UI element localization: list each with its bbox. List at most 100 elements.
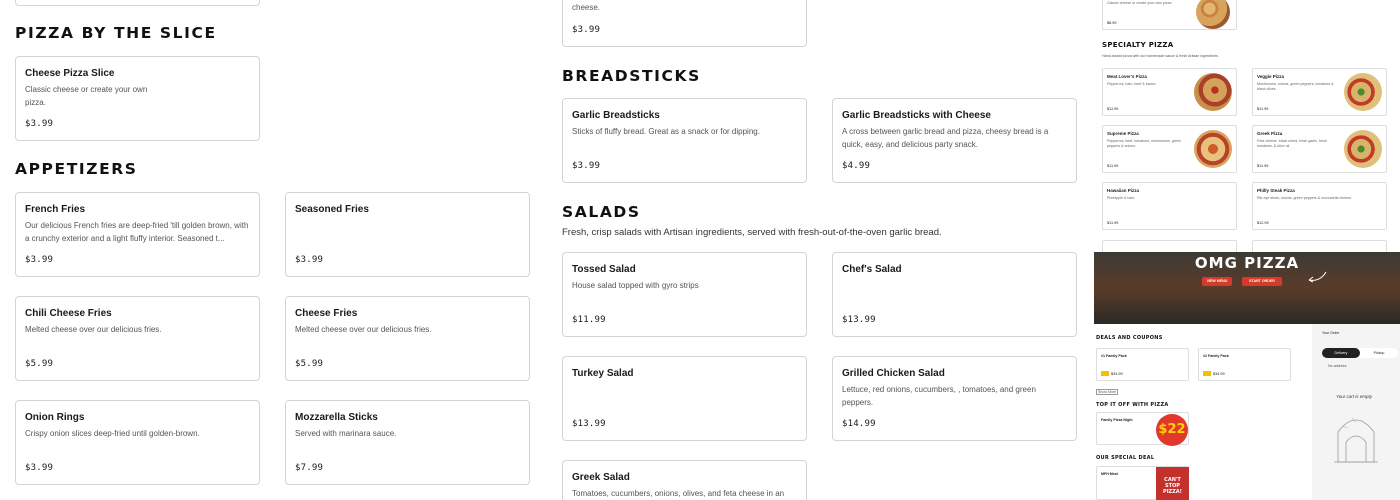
item-name: Garlic Breadsticks with Cheese xyxy=(842,110,991,121)
preview-item-name: Hawaiian Pizza xyxy=(1107,188,1140,193)
item-price: $4.99 xyxy=(842,161,871,171)
preview-price-badge-text: $22 xyxy=(1158,422,1186,437)
section-title-appetizers: APPETIZERS xyxy=(15,160,138,178)
item-description: Our delicious French fries are deep-frie… xyxy=(25,221,249,243)
pizza-image xyxy=(1190,69,1236,115)
preview-deal-1: #1 Family Pack $34.99 xyxy=(1096,348,1189,381)
preview-deal-tag xyxy=(1101,371,1109,376)
pizza-image xyxy=(1190,0,1236,29)
preview-item-greek: Greek Pizza Feta cheese, black olives, f… xyxy=(1252,125,1387,173)
menu-item-mozzarella-sticks[interactable]: Mozzarella Sticks Served with marinara s… xyxy=(285,400,530,485)
item-name: Chef's Salad xyxy=(842,264,902,275)
section-subtitle-salads: Fresh, crisp salads with Artisan ingredi… xyxy=(562,227,942,238)
page-preview-thumbnail: Classic cheese or create your own pizza.… xyxy=(1094,0,1400,500)
menu-item-seasoned-fries[interactable]: Seasoned Fries $3.99 xyxy=(285,192,530,277)
preview-item-desc: Mushrooms, onions, green peppers, tomato… xyxy=(1257,82,1334,91)
item-name: Grilled Chicken Salad xyxy=(842,368,945,379)
preview-deal-2: #2 Family Pack $34.99 xyxy=(1198,348,1291,381)
preview-item-supreme: Supreme Pizza Pepperoni, beef, tomatoes,… xyxy=(1102,125,1237,173)
oven-illustration-icon xyxy=(1334,417,1378,463)
preview-top-desc: Classic cheese or create your own pizza. xyxy=(1107,1,1173,5)
top-partial-card-mid[interactable]: cheese. $3.99 xyxy=(562,0,807,47)
preview-item-desc: Pineapple & ham. xyxy=(1107,196,1136,200)
menu-item-tossed-salad[interactable]: Tossed Salad House salad topped with gyr… xyxy=(562,252,807,337)
section-title-salads: SALADS xyxy=(562,203,641,221)
item-description: Served with marinara sauce. xyxy=(295,429,397,438)
preview-item-name: Veggie Pizza xyxy=(1257,74,1285,79)
preview-order-toggle: Delivery Pickup xyxy=(1322,348,1398,358)
item-description: Lettuce, red onions, cucumbers, , tomato… xyxy=(842,385,1036,407)
item-description: cheese. xyxy=(572,3,601,12)
item-name: Turkey Salad xyxy=(572,368,634,379)
item-description: Classic cheese or create your own pizza. xyxy=(25,85,148,107)
preview-show-more: Show More xyxy=(1096,389,1119,395)
preview-item-name: Philly Steak Pizza xyxy=(1257,188,1295,193)
preview-order-panel: Your Order Delivery Pickup No address Yo… xyxy=(1312,324,1400,500)
item-name: Onion Rings xyxy=(25,412,85,423)
menu-item-onion-rings[interactable]: Onion Rings Crispy onion slices deep-fri… xyxy=(15,400,260,485)
preview-item-price: $11.99 xyxy=(1107,107,1119,111)
preview-cant-stop-image: CAN'T STOP PIZZA! xyxy=(1156,467,1189,500)
preview-item-price: $11.99 xyxy=(1257,164,1269,168)
item-name: Seasoned Fries xyxy=(295,204,369,215)
preview-top-price: $8.99 xyxy=(1107,21,1117,25)
preview-item-desc: Pepperoni, beef, tomatoes, mushrooms, gr… xyxy=(1107,139,1182,148)
preview-start-order-button: START ORDER xyxy=(1242,277,1282,286)
section-title-breadsticks: BREADSTICKS xyxy=(562,67,701,85)
preview-deals-title: DEALS AND COUPONS xyxy=(1096,335,1163,341)
item-price: $7.99 xyxy=(295,463,324,473)
preview-item-veggie: Veggie Pizza Mushrooms, onions, green pe… xyxy=(1252,68,1387,116)
menu-item-garlic-breadsticks-cheese[interactable]: Garlic Breadsticks with Cheese A cross b… xyxy=(832,98,1077,183)
menu-item-turkey-salad[interactable]: Turkey Salad $13.99 xyxy=(562,356,807,441)
pizza-image xyxy=(1340,126,1386,172)
item-description: Crispy onion slices deep-fried until gol… xyxy=(25,429,200,438)
preview-item-price: $12.99 xyxy=(1257,221,1269,225)
item-price: $3.99 xyxy=(572,161,601,171)
preview-deal-name: #1 Family Pack xyxy=(1101,354,1127,358)
item-name: French Fries xyxy=(25,204,86,215)
item-price: $14.99 xyxy=(842,419,876,429)
preview-no-address: No address xyxy=(1328,364,1347,368)
menu-item-greek-salad[interactable]: Greek Salad Tomatoes, cucumbers, onions,… xyxy=(562,460,807,500)
preview-family-night-name: Family Pizza Night xyxy=(1101,418,1133,422)
item-name: Greek Salad xyxy=(572,472,630,483)
preview-specialty-title: SPECIALTY PIZZA xyxy=(1102,41,1174,49)
menu-item-chefs-salad[interactable]: Chef's Salad $13.99 xyxy=(832,252,1077,337)
item-name: Mozzarella Sticks xyxy=(295,412,378,423)
preview-item-price: $11.99 xyxy=(1107,164,1119,168)
preview-special-name: MFH Meal xyxy=(1101,472,1118,476)
menu-item-french-fries[interactable]: French Fries Our delicious French fries … xyxy=(15,192,260,277)
menu-item-grilled-chicken-salad[interactable]: Grilled Chicken Salad Lettuce, red onion… xyxy=(832,356,1077,441)
preview-item-meat-lovers: Meat Lover's Pizza Pepperoni, ham, beef … xyxy=(1102,68,1237,116)
item-description: Sticks of fluffy bread. Great as a snack… xyxy=(572,127,760,136)
preview-item-price: $11.99 xyxy=(1257,107,1269,111)
item-price: $3.99 xyxy=(25,463,54,473)
preview-deal-tag xyxy=(1203,371,1211,376)
preview-cant-stop-text: CAN'T STOP PIZZA! xyxy=(1163,477,1182,495)
preview-hero-banner: OMG PIZZA VIEW MENU START ORDER xyxy=(1094,252,1400,324)
menu-item-cheese-fries[interactable]: Cheese Fries Melted cheese over our deli… xyxy=(285,296,530,381)
item-description: Melted cheese over our delicious fries. xyxy=(295,325,432,334)
section-title-pizza-slice: PIZZA BY THE SLICE xyxy=(15,24,217,42)
top-partial-card-left[interactable] xyxy=(15,0,260,6)
pizza-image xyxy=(1190,126,1236,172)
item-price: $13.99 xyxy=(572,419,606,429)
item-price: $5.99 xyxy=(295,359,324,369)
item-name: Cheese Pizza Slice xyxy=(25,68,115,79)
item-description: Tomatoes, cucumbers, onions, olives, and… xyxy=(572,489,785,498)
item-price: $13.99 xyxy=(842,315,876,325)
item-name: Tossed Salad xyxy=(572,264,636,275)
menu-item-chili-cheese-fries[interactable]: Chili Cheese Fries Melted cheese over ou… xyxy=(15,296,260,381)
preview-item-name: Meat Lover's Pizza xyxy=(1107,74,1147,79)
preview-deal-name: #2 Family Pack xyxy=(1203,354,1229,358)
preview-item-name: Greek Pizza xyxy=(1257,131,1283,136)
preview-item-name: Supreme Pizza xyxy=(1107,131,1139,136)
preview-top-card: Classic cheese or create your own pizza.… xyxy=(1102,0,1237,30)
item-price: $3.99 xyxy=(572,25,601,35)
preview-special-title: OUR SPECIAL DEAL xyxy=(1096,455,1155,461)
menu-item-cheese-pizza-slice[interactable]: Cheese Pizza Slice Classic cheese or cre… xyxy=(15,56,260,141)
item-name: Chili Cheese Fries xyxy=(25,308,112,319)
preview-deal-price: $34.99 xyxy=(1213,372,1225,376)
menu-item-garlic-breadsticks[interactable]: Garlic Breadsticks Sticks of fluffy brea… xyxy=(562,98,807,183)
preview-item-hawaiian: Hawaiian Pizza Pineapple & ham. $11.99 xyxy=(1102,182,1237,230)
